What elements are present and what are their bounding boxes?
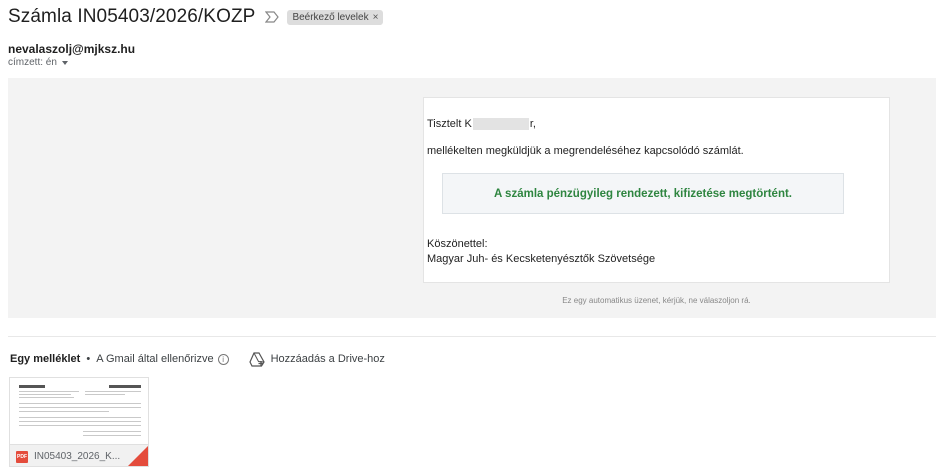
preview-line bbox=[19, 391, 79, 392]
preview-line bbox=[85, 394, 125, 395]
subject-row: Számla IN05403/2026/KOZP Beérkező levele… bbox=[8, 4, 384, 30]
automatic-message-note: Ez egy automatikus üzenet, kérjük, ne vá… bbox=[562, 296, 751, 305]
greeting-end: r, bbox=[529, 118, 536, 130]
divider bbox=[8, 336, 936, 337]
attachment-count: Egy melléklet bbox=[10, 353, 81, 365]
attachment-filename: IN05403_2026_K... bbox=[34, 451, 121, 462]
preview-line bbox=[83, 431, 141, 432]
message-card: Tisztelt K r, mellékelten megküldjük a m… bbox=[423, 97, 890, 283]
separator-dot: • bbox=[86, 353, 91, 365]
pdf-icon: PDF bbox=[16, 450, 28, 463]
attachment-thumbnail[interactable]: PDF IN05403_2026_K... bbox=[9, 377, 149, 467]
email-subject: Számla IN05403/2026/KOZP bbox=[8, 6, 256, 27]
greeting-start: Tisztelt K bbox=[427, 118, 472, 130]
intro-text: mellékelten megküldjük a megrendeléséhez… bbox=[427, 145, 744, 157]
inbox-label-chip[interactable]: Beérkező levelek × bbox=[287, 9, 384, 25]
important-marker-icon[interactable] bbox=[265, 9, 281, 25]
add-to-drive-label: Hozzáadás a Drive-hoz bbox=[270, 353, 385, 365]
sender-address[interactable]: nevalaszolj@mjksz.hu bbox=[8, 42, 135, 56]
preview-line bbox=[109, 385, 141, 388]
preview-line bbox=[19, 421, 141, 422]
paid-notice-box: A számla pénzügyileg rendezett, kifizeté… bbox=[442, 173, 844, 214]
greeting: Tisztelt K r, bbox=[427, 118, 536, 130]
preview-line bbox=[19, 417, 141, 418]
preview-line bbox=[19, 403, 141, 404]
preview-line bbox=[19, 385, 45, 388]
preview-line bbox=[85, 391, 141, 392]
pdf-corner-marker bbox=[128, 446, 148, 466]
pdf-preview bbox=[13, 381, 147, 443]
preview-line bbox=[19, 397, 74, 398]
inbox-label-text: Beérkező levelek bbox=[292, 11, 369, 23]
recipient-label: címzett: én bbox=[8, 57, 57, 68]
preview-line bbox=[19, 394, 71, 395]
closing-thanks: Köszönettel: bbox=[427, 238, 488, 250]
preview-line bbox=[19, 411, 109, 412]
remove-label-button[interactable]: × bbox=[373, 12, 379, 23]
preview-line bbox=[19, 407, 141, 408]
redacted-name bbox=[472, 118, 529, 130]
paid-notice-text: A számla pénzügyileg rendezett, kifizeté… bbox=[493, 187, 792, 200]
chevron-down-icon bbox=[61, 60, 68, 65]
preview-line bbox=[19, 425, 141, 426]
info-icon[interactable]: i bbox=[217, 353, 229, 365]
add-to-drive-button[interactable]: Hozzáadás a Drive-hoz bbox=[248, 351, 385, 367]
preview-line bbox=[83, 435, 141, 436]
organization-name: Magyar Juh- és Kecsketenyésztők Szövetsé… bbox=[427, 253, 656, 265]
add-to-drive-icon bbox=[248, 351, 265, 367]
recipient-toggle[interactable]: címzett: én bbox=[8, 57, 68, 68]
scan-status: A Gmail által ellenőrizve bbox=[96, 353, 214, 365]
attachments-header: Egy melléklet • A Gmail által ellenőrizv… bbox=[10, 351, 385, 367]
